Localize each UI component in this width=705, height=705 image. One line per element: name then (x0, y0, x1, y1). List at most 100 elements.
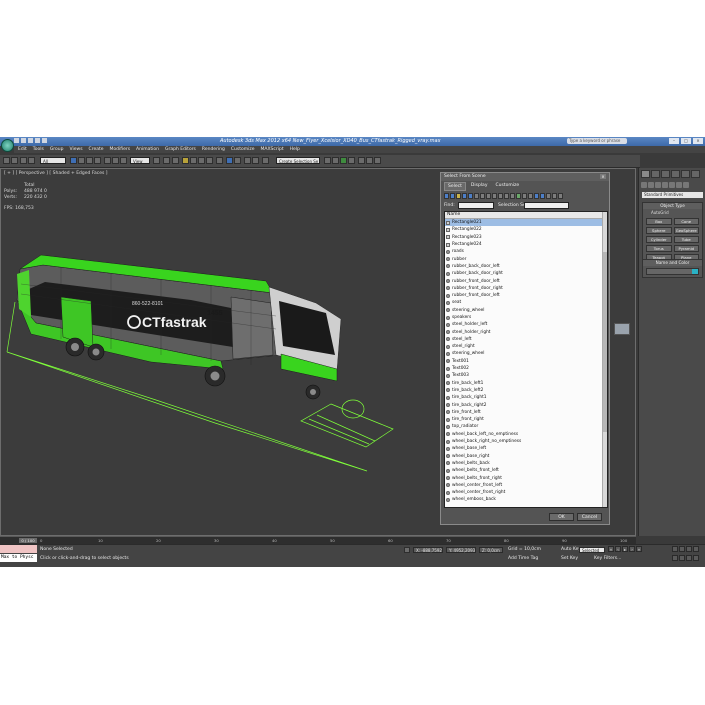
pyramid-button[interactable]: Pyramid (673, 245, 699, 252)
rendered-frame-window-icon[interactable] (348, 157, 355, 164)
modify-tab-icon[interactable] (651, 170, 660, 178)
lock-selection-icon[interactable] (404, 547, 410, 553)
display-cameras-icon[interactable] (462, 193, 467, 199)
named-selection-sets-select[interactable]: Create Selection Se (276, 157, 320, 164)
time-slider-thumb[interactable]: 0 / 100 (19, 538, 37, 543)
systems-icon[interactable] (683, 182, 689, 188)
play-icon[interactable]: ▸ (622, 546, 628, 552)
add-time-tag-button[interactable]: Add Time Tag (508, 556, 538, 561)
list-item[interactable]: rubber_back_door_left (445, 263, 607, 270)
list-item[interactable]: steel_right (445, 343, 607, 350)
dialog-menu-select[interactable]: Select (444, 182, 466, 191)
close-icon[interactable]: × (600, 174, 606, 179)
dependents-icon[interactable] (546, 193, 551, 199)
menu-tools[interactable]: Tools (33, 146, 44, 153)
open-icon[interactable] (21, 138, 26, 143)
field-of-view-icon[interactable] (672, 555, 678, 561)
key-filters-button[interactable]: Key Filters... (594, 556, 621, 561)
activeshade-icon[interactable] (374, 157, 381, 164)
align-icon[interactable] (234, 157, 241, 164)
list-scrollbar[interactable] (602, 212, 607, 507)
display-hidden-icon[interactable] (510, 193, 515, 199)
select-manipulate-icon[interactable] (163, 157, 170, 164)
viewcube-icon[interactable] (614, 323, 630, 335)
angle-snap-icon[interactable] (190, 157, 197, 164)
cylinder-button[interactable]: Cylinder (646, 236, 672, 243)
list-item[interactable]: wheel_belts_front_right (445, 474, 607, 481)
dialog-menu-customize[interactable]: Customize (492, 182, 522, 191)
render-production-icon[interactable] (358, 157, 365, 164)
maximize-icon[interactable]: □ (681, 138, 691, 144)
zoom-extents-icon[interactable] (686, 546, 692, 552)
select-object-icon[interactable] (70, 157, 77, 164)
list-item[interactable]: tire_back_left2 (445, 387, 607, 394)
list-item[interactable]: wheel_belts_front_left (445, 467, 607, 474)
menu-help[interactable]: Help (290, 146, 300, 153)
go-to-end-icon[interactable]: » (636, 546, 642, 552)
space-warps-icon[interactable] (676, 182, 682, 188)
list-item[interactable]: steering_wheel (445, 307, 607, 314)
geosphere-button[interactable]: GeoSphere (673, 227, 699, 234)
close-icon[interactable]: × (693, 138, 703, 144)
cancel-button[interactable]: Cancel (577, 513, 602, 521)
search-input[interactable]: Type a keyword or phrase (567, 138, 627, 144)
app-logo-icon[interactable] (1, 139, 14, 152)
display-spacewarps-icon[interactable] (474, 193, 479, 199)
menu-edit[interactable]: Edit (18, 146, 27, 153)
box-button[interactable]: Box (646, 218, 672, 225)
curve-editor-icon[interactable] (262, 157, 269, 164)
create-tab-icon[interactable] (641, 170, 650, 178)
menu-group[interactable]: Group (50, 146, 64, 153)
list-item[interactable]: tire_back_right1 (445, 394, 607, 401)
autogrid-checkbox[interactable]: AutoGrid (643, 209, 702, 216)
edit-named-selection-icon[interactable] (216, 157, 223, 164)
new-icon[interactable] (14, 138, 19, 143)
shapes-icon[interactable] (648, 182, 654, 188)
hierarchy-tab-icon[interactable] (661, 170, 670, 178)
column-chooser-icon[interactable] (552, 193, 557, 199)
geometry-icon[interactable] (641, 182, 647, 188)
filter-icon[interactable] (558, 193, 563, 199)
list-item[interactable]: tire_front_right (445, 416, 607, 423)
utilities-tab-icon[interactable] (691, 170, 700, 178)
list-item[interactable]: wheel_center_front_left (445, 482, 607, 489)
zoom-icon[interactable] (672, 546, 678, 552)
list-item[interactable]: top_radiator (445, 423, 607, 430)
previous-frame-icon[interactable]: ‹ (615, 546, 621, 552)
y-coordinate-field[interactable]: Y: 4952,2093 (446, 547, 476, 553)
list-item[interactable]: steel_holder_left (445, 321, 607, 328)
list-item[interactable]: rubber_front_door_left (445, 277, 607, 284)
display-bones-icon[interactable] (492, 193, 497, 199)
percent-snap-icon[interactable] (198, 157, 205, 164)
list-item[interactable]: speakers (445, 314, 607, 321)
list-item[interactable]: wheel_belts_back (445, 460, 607, 467)
zoom-extents-all-icon[interactable] (693, 546, 699, 552)
list-item[interactable]: tire_back_right2 (445, 401, 607, 408)
list-item[interactable]: Rectangle023 (445, 234, 607, 241)
name-color-header[interactable]: Name and Color (643, 260, 702, 266)
list-item[interactable]: wheel_base_right (445, 453, 607, 460)
list-item[interactable]: rubber_front_door_right (445, 285, 607, 292)
display-tab-icon[interactable] (681, 170, 690, 178)
display-helpers-icon[interactable] (468, 193, 473, 199)
list-item[interactable]: rubber_front_door_left (445, 292, 607, 299)
menu-modifiers[interactable]: Modifiers (110, 146, 131, 153)
scale-icon[interactable] (120, 157, 127, 164)
select-by-name-icon[interactable] (78, 157, 85, 164)
pivot-icon[interactable] (153, 157, 160, 164)
list-item[interactable]: roads (445, 248, 607, 255)
redo-icon[interactable] (11, 157, 18, 164)
display-none-icon[interactable] (522, 193, 527, 199)
object-color-swatch[interactable] (692, 269, 698, 274)
dialog-menu-display[interactable]: Display (468, 182, 491, 191)
orbit-icon[interactable] (686, 555, 692, 561)
list-item[interactable]: rubber (445, 255, 607, 262)
undo-icon[interactable] (3, 157, 10, 164)
display-invert-icon[interactable] (528, 193, 533, 199)
list-item[interactable]: Rectangle024 (445, 241, 607, 248)
list-item[interactable]: Text002 (445, 365, 607, 372)
zoom-all-icon[interactable] (679, 546, 685, 552)
window-crossing-icon[interactable] (94, 157, 101, 164)
list-item[interactable]: Rectangle022 (445, 226, 607, 233)
time-slider-bar[interactable]: 0 / 100 0 10 20 30 40 50 60 70 80 90 100 (0, 536, 636, 544)
